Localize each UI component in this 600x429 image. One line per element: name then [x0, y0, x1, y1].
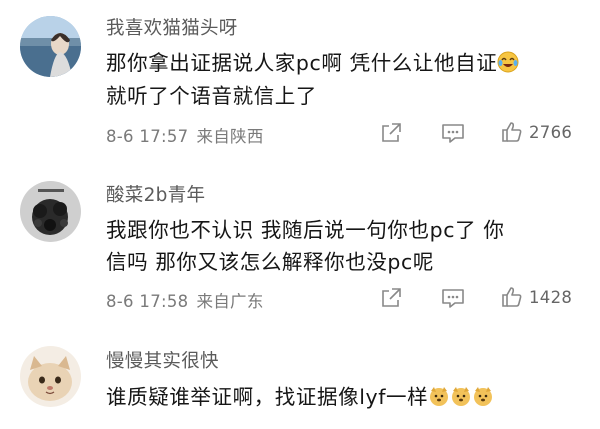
share-icon	[382, 288, 401, 307]
dog-emoji-icon	[428, 385, 450, 412]
comment-icon	[442, 289, 464, 308]
comment-location: 来自陕西	[196, 127, 264, 146]
comment-text-line: 谁质疑谁举证啊，找证据像lyf一样	[106, 380, 494, 412]
comment-button[interactable]	[441, 287, 465, 309]
dog-emoji-icon	[450, 385, 472, 412]
share-button[interactable]	[380, 122, 402, 144]
comment-text-line: 那你拿出证据说人家pc啊 凭什么让他自证	[106, 46, 519, 78]
comment-text: 谁质疑谁举证啊，找证据像lyf一样	[106, 385, 429, 409]
comment-date: 8-6 17:57	[106, 127, 189, 146]
like-count: 1428	[529, 287, 573, 307]
username[interactable]: 酸菜2b青年	[106, 181, 205, 207]
comment-meta: 8-6 17:58 来自广东	[106, 288, 264, 312]
comment-text: 那你拿出证据说人家pc啊 凭什么让他自证	[106, 51, 498, 75]
username[interactable]: 我喜欢猫猫头呀	[106, 14, 238, 40]
dog-emoji-icon	[472, 385, 494, 412]
avatar[interactable]	[20, 16, 81, 77]
thumbs-up-icon	[502, 122, 522, 142]
comment-button[interactable]	[441, 122, 465, 144]
avatar[interactable]	[20, 181, 81, 242]
comment-location: 来自广东	[196, 292, 264, 311]
comment-text-line: 我跟你也不认识 我随后说一句你也pc了 你	[106, 218, 505, 242]
comment-icon	[442, 124, 464, 143]
like-button[interactable]: 2766	[500, 120, 572, 144]
username[interactable]: 慢慢其实很快	[106, 347, 219, 373]
avatar[interactable]	[20, 346, 81, 407]
comment-text-line: 就听了个语音就信上了	[106, 84, 317, 108]
thumbs-up-icon	[502, 287, 522, 307]
like-count: 2766	[529, 122, 573, 142]
like-button[interactable]: 1428	[500, 285, 572, 309]
comment-meta: 8-6 17:57 来自陕西	[106, 123, 264, 147]
share-icon	[382, 123, 401, 142]
crying-laughing-emoji-icon	[497, 51, 519, 78]
comment-text-line: 信吗 那你又该怎么解释你也没pc呢	[106, 250, 434, 274]
share-button[interactable]	[380, 287, 402, 309]
comment-date: 8-6 17:58	[106, 292, 189, 311]
